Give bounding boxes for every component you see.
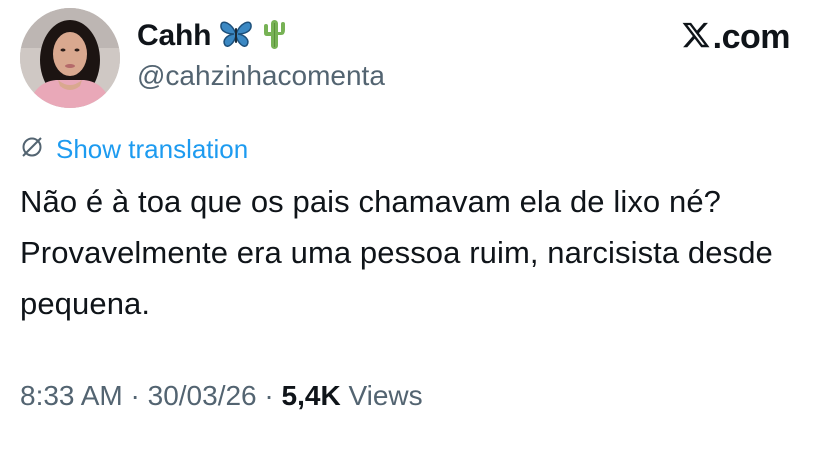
brand-domain-label: .com bbox=[712, 18, 791, 56]
tweet-time[interactable]: 8:33 AM bbox=[20, 380, 123, 412]
globe-icon bbox=[20, 135, 44, 164]
meta-separator: · bbox=[122, 380, 148, 411]
butterfly-icon bbox=[219, 19, 253, 54]
cactus-icon bbox=[261, 18, 287, 55]
author-name-row: Cahh bbox=[137, 14, 287, 58]
show-translation-button[interactable]: Show translation bbox=[20, 134, 248, 165]
brand-watermark: .com bbox=[681, 18, 791, 57]
views-label: Views bbox=[340, 380, 423, 411]
tweet-date[interactable]: 30/03/26 bbox=[148, 380, 257, 412]
author-handle[interactable]: @cahzinhacomenta bbox=[137, 60, 385, 92]
avatar-image bbox=[20, 8, 120, 108]
tweet-meta: 8:33 AM · 30/03/26 · 5,4K Views bbox=[20, 380, 423, 412]
meta-separator: · bbox=[256, 380, 282, 411]
tweet-text: Não é à toa que os pais chamavam ela de … bbox=[20, 184, 773, 321]
x-logo-icon bbox=[681, 20, 711, 55]
author-display-name[interactable]: Cahh bbox=[137, 19, 211, 53]
avatar[interactable] bbox=[20, 8, 120, 108]
show-translation-label: Show translation bbox=[56, 134, 249, 164]
views-count[interactable]: 5,4K bbox=[282, 380, 341, 412]
